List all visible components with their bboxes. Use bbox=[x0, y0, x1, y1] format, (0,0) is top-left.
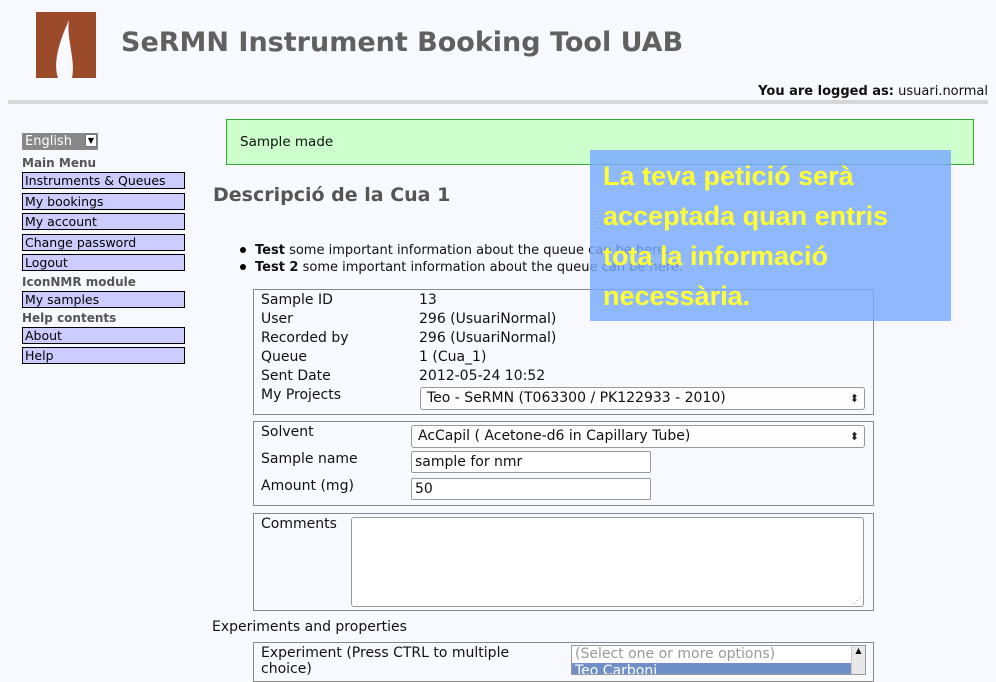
solvent-select[interactable]: AcCapil ( Acetone-d6 in Capillary Tube) … bbox=[411, 425, 865, 448]
experiment-label-line2: choice) bbox=[261, 661, 312, 677]
bullet-icon bbox=[240, 246, 246, 253]
info-label: Test bbox=[255, 243, 285, 258]
experiment-label: Experiment (Press CTRL to multiple choic… bbox=[261, 645, 509, 677]
experiment-label-line1: Experiment (Press CTRL to multiple bbox=[261, 645, 510, 661]
amount-input[interactable]: 50 bbox=[411, 478, 651, 500]
solvent-value: AcCapil ( Acetone-d6 in Capillary Tube) bbox=[418, 428, 691, 444]
logged-as-label: You are logged as: bbox=[758, 84, 894, 99]
overlay-line: La teva petició serà bbox=[603, 161, 854, 191]
menu-my-account[interactable]: My account bbox=[22, 213, 185, 230]
comments-textarea[interactable]: ⋰ bbox=[351, 517, 864, 607]
menu-about[interactable]: About bbox=[22, 327, 185, 344]
experiments-box: Experiment (Press CTRL to multiple choic… bbox=[253, 642, 874, 682]
help-heading: Help contents bbox=[22, 311, 117, 325]
experiment-multiselect[interactable]: (Select one or more options) Teo Carboni… bbox=[571, 645, 866, 675]
menu-my-bookings[interactable]: My bookings bbox=[22, 193, 185, 210]
recorded-by-label: Recorded by bbox=[261, 330, 349, 346]
info-overlay-note: La teva petició serà acceptada quan entr… bbox=[590, 150, 951, 321]
uab-logo-icon bbox=[36, 12, 96, 78]
sample-name-label: Sample name bbox=[261, 451, 358, 467]
overlay-line: tota la informació bbox=[603, 241, 829, 271]
menu-instruments-queues[interactable]: Instruments & Queues bbox=[22, 172, 185, 189]
app-title: SeRMN Instrument Booking Tool UAB bbox=[121, 27, 684, 58]
comments-box: Comments ⋰ bbox=[253, 513, 874, 611]
scrollbar[interactable]: ▲ bbox=[851, 646, 865, 674]
sample-id-value: 13 bbox=[419, 292, 437, 308]
resize-grip-icon[interactable]: ⋰ bbox=[853, 596, 861, 605]
user-label: User bbox=[261, 311, 293, 327]
overlay-line: necessària. bbox=[603, 281, 751, 311]
sample-details-box: Solvent AcCapil ( Acetone-d6 in Capillar… bbox=[253, 421, 874, 506]
amount-label: Amount (mg) bbox=[261, 478, 354, 494]
iconnmr-heading: IconNMR module bbox=[22, 275, 136, 289]
info-label: Test 2 bbox=[255, 260, 299, 275]
menu-my-samples[interactable]: My samples bbox=[22, 291, 185, 308]
queue-value: 1 (Cua_1) bbox=[419, 349, 487, 365]
dropdown-arrow-icon: ▼ bbox=[85, 134, 97, 147]
sample-name-input[interactable]: sample for nmr bbox=[411, 451, 651, 473]
experiment-option[interactable]: Teo Carboni bbox=[572, 663, 865, 674]
recorded-by-value: 296 (UsuariNormal) bbox=[419, 330, 557, 346]
projects-select[interactable]: Teo - SeRMN (T063300 / PK122933 - 2010) … bbox=[420, 387, 865, 410]
username: usuari.normal bbox=[898, 84, 988, 99]
language-value: English bbox=[25, 134, 72, 149]
comments-label: Comments bbox=[261, 516, 337, 532]
sample-id-label: Sample ID bbox=[261, 292, 333, 308]
menu-change-password[interactable]: Change password bbox=[22, 234, 185, 251]
main-menu-heading: Main Menu bbox=[22, 156, 97, 170]
sent-date-value: 2012-05-24 10:52 bbox=[419, 368, 546, 384]
menu-logout[interactable]: Logout bbox=[22, 254, 185, 271]
logged-as: You are logged as: usuari.normal bbox=[758, 84, 988, 99]
queue-label: Queue bbox=[261, 349, 307, 365]
experiments-heading: Experiments and properties bbox=[212, 619, 407, 635]
language-select[interactable]: English ▼ bbox=[22, 133, 98, 150]
queue-title: Descripció de la Cua 1 bbox=[213, 184, 451, 206]
updown-arrows-icon: ⬍ bbox=[849, 430, 859, 443]
sent-date-label: Sent Date bbox=[261, 368, 331, 384]
overlay-line: acceptada quan entris bbox=[603, 201, 889, 231]
bullet-icon bbox=[240, 263, 246, 270]
projects-value: Teo - SeRMN (T063300 / PK122933 - 2010) bbox=[427, 390, 726, 406]
experiment-placeholder: (Select one or more options) bbox=[575, 646, 776, 662]
header-divider bbox=[8, 100, 988, 104]
solvent-label: Solvent bbox=[261, 424, 314, 440]
updown-arrows-icon: ⬍ bbox=[849, 392, 859, 405]
scroll-up-icon[interactable]: ▲ bbox=[855, 646, 861, 655]
user-value: 296 (UsuariNormal) bbox=[419, 311, 557, 327]
menu-help[interactable]: Help bbox=[22, 347, 185, 364]
projects-label: My Projects bbox=[261, 387, 342, 403]
